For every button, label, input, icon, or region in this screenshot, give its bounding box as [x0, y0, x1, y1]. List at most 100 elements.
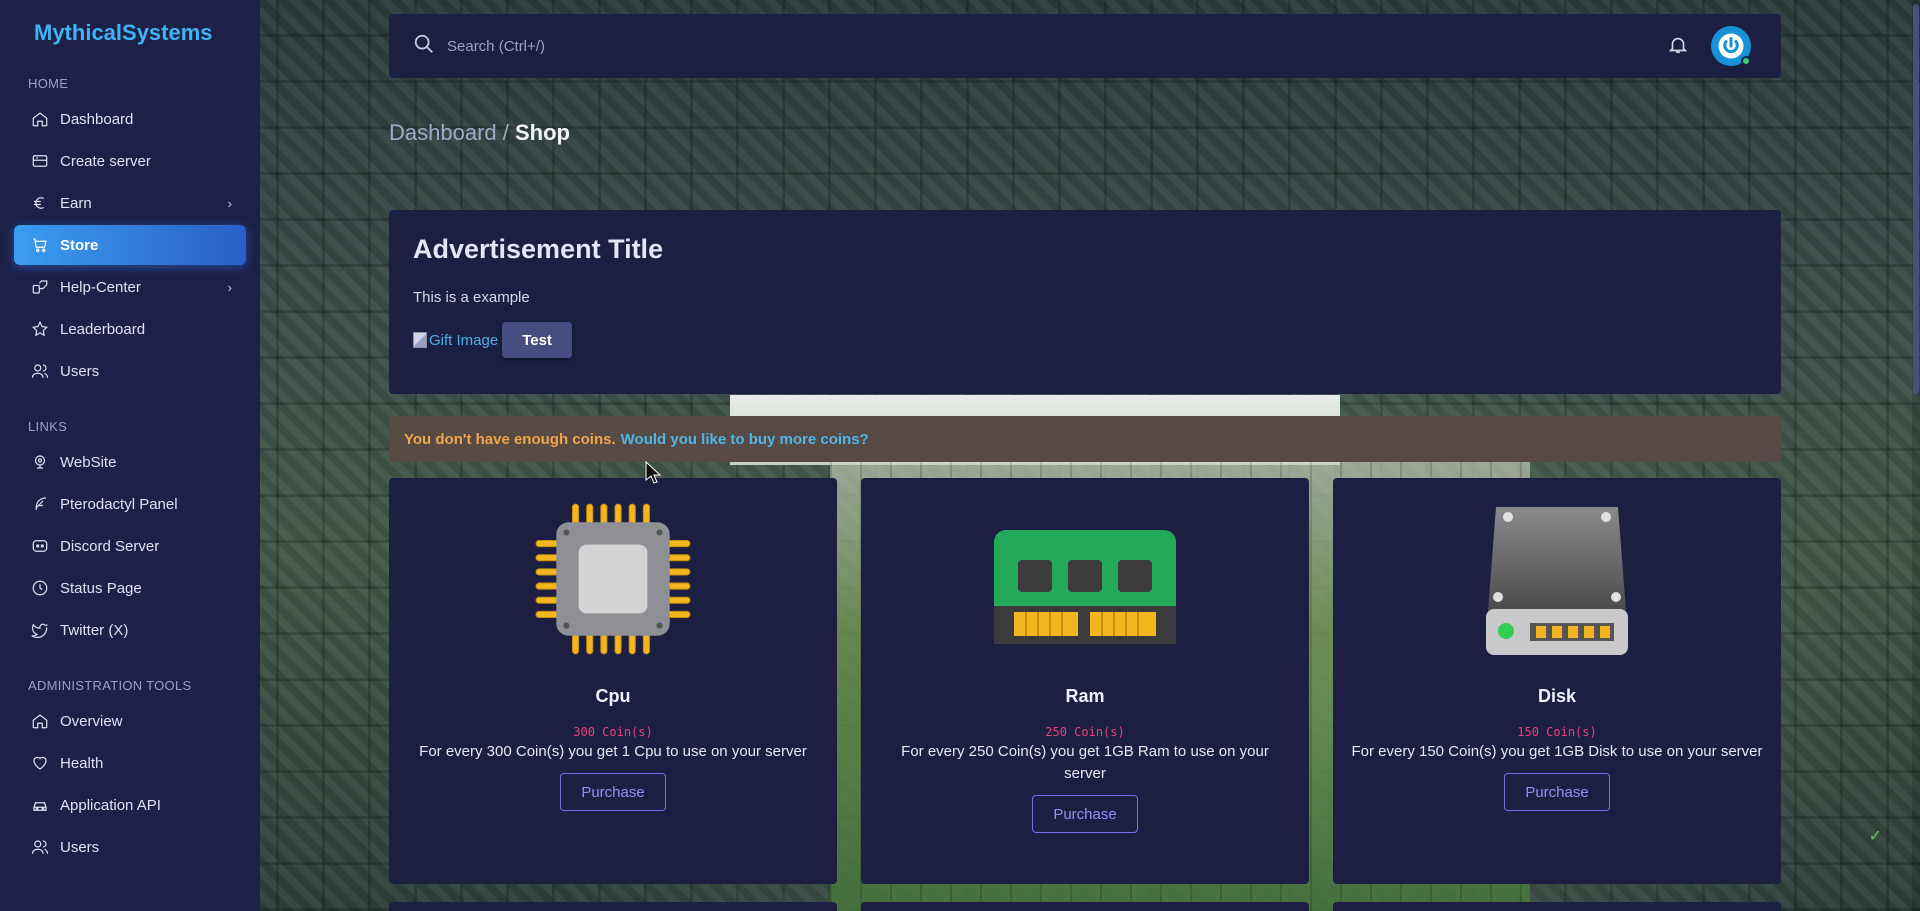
sidebar-item-health[interactable]: Health [14, 743, 246, 783]
purchase-button[interactable]: Purchase [560, 773, 666, 811]
broken-image-icon [413, 332, 427, 348]
check-icon: ✓ [1868, 828, 1882, 845]
users-icon [30, 837, 50, 857]
test-button[interactable]: Test [502, 322, 572, 358]
gift-image[interactable]: Gift Image [413, 332, 498, 349]
advertisement-title: Advertisement Title [413, 234, 664, 264]
gift-image-alt: Gift Image [429, 331, 499, 349]
sidebar-item-status-page[interactable]: Status Page [14, 568, 246, 608]
euro-icon [30, 193, 50, 213]
mouse-cursor-icon [645, 461, 662, 484]
sidebar-item-label: Health [60, 754, 104, 772]
cart-icon [30, 235, 50, 255]
page-title: Shop [514, 120, 570, 145]
sidebar-section-home: HOME [28, 76, 69, 91]
sidebar-item-label: Status Page [60, 579, 142, 597]
sidebar-section-links: LINKS [28, 419, 68, 434]
product-name: Disk [1537, 686, 1577, 706]
product-card-cpu: Cpu 300 Coin(s) For every 300 Coin(s) yo… [389, 478, 837, 884]
buy-coins-link[interactable]: Would you like to buy more coins? [621, 431, 869, 448]
sidebar-item-store[interactable]: Store [14, 225, 246, 265]
sidebar-item-users[interactable]: Users [14, 351, 246, 391]
users-icon [30, 361, 50, 381]
sidebar-item-label: Earn [60, 194, 92, 212]
star-icon [30, 319, 50, 339]
product-name: Cpu [595, 686, 631, 706]
sidebar-item-label: Create server [60, 152, 151, 170]
next-product-card [1333, 902, 1781, 911]
advertisement-card: Advertisement Title This is a example Gi… [389, 210, 1781, 394]
sidebar-item-label: Dashboard [60, 110, 134, 128]
bell-icon[interactable] [1667, 34, 1689, 61]
ram-icon [861, 498, 1309, 660]
feather-icon [30, 494, 50, 514]
product-card-disk: Disk 150 Coin(s) For every 150 Coin(s) y… [1333, 478, 1781, 884]
sidebar-section-admin: ADMINISTRATION TOOLS [28, 678, 192, 693]
sidebar-item-help-center[interactable]: Help-Center › [14, 267, 246, 307]
home-icon [30, 109, 50, 129]
sidebar-item-label: Users [60, 838, 100, 856]
sidebar-item-leaderboard[interactable]: Leaderboard [14, 309, 246, 349]
sidebar-item-dashboard[interactable]: Dashboard [14, 99, 246, 139]
sidebar-item-label: Application API [60, 796, 161, 814]
sidebar-item-admin-users[interactable]: Users [14, 827, 246, 867]
sidebar-item-label: Help-Center [60, 278, 141, 296]
product-description: For every 250 Coin(s) you get 1GB Ram to… [901, 743, 1269, 782]
next-product-card [389, 902, 837, 911]
product-price: 250 Coin(s) [1045, 725, 1125, 739]
sidebar-item-create-server[interactable]: Create server [14, 141, 246, 181]
coins-alert: You don't have enough coins. Would you l… [389, 416, 1781, 462]
cpu-icon [389, 498, 837, 660]
car-icon [30, 795, 50, 815]
breadcrumb-parent[interactable]: Dashboard / [389, 120, 509, 145]
advertisement-text: This is a example [413, 289, 530, 306]
purchase-button[interactable]: Purchase [1504, 773, 1610, 811]
sidebar-item-label: Overview [60, 712, 123, 730]
brand-logo[interactable]: MythicalSystems [0, 18, 260, 48]
sidebar-item-label: WebSite [60, 453, 117, 471]
product-price: 150 Coin(s) [1517, 725, 1597, 739]
disk-icon [1333, 498, 1781, 660]
sidebar-item-label: Store [60, 236, 99, 254]
globe-icon [30, 452, 50, 472]
breadcrumb: Dashboard / Shop [389, 120, 570, 146]
search-icon[interactable] [413, 33, 435, 60]
chevron-right-icon: › [227, 279, 232, 295]
product-grid: Cpu 300 Coin(s) For every 300 Coin(s) yo… [389, 478, 1781, 884]
chevron-right-icon: › [227, 195, 232, 211]
avatar[interactable] [1711, 26, 1751, 66]
next-product-card [861, 902, 1309, 911]
sidebar-item-pterodactyl-panel[interactable]: Pterodactyl Panel [14, 484, 246, 524]
search-input[interactable] [447, 37, 1047, 55]
product-price: 300 Coin(s) [573, 725, 653, 739]
product-description: For every 300 Coin(s) you get 1 Cpu to u… [419, 743, 807, 760]
online-status-dot [1741, 56, 1751, 66]
sidebar-item-overview[interactable]: Overview [14, 701, 246, 741]
alert-text: You don't have enough coins. [404, 430, 616, 448]
product-name: Ram [1065, 686, 1105, 706]
sidebar-item-label: Discord Server [60, 537, 160, 555]
server-icon [30, 151, 50, 171]
sidebar-item-earn[interactable]: Earn › [14, 183, 246, 223]
topbar [389, 14, 1781, 78]
scrollbar-thumb[interactable] [1913, 4, 1919, 394]
home-icon [30, 711, 50, 731]
sidebar-item-label: Leaderboard [60, 320, 146, 338]
sidebar-item-discord-server[interactable]: Discord Server [14, 526, 246, 566]
sidebar-item-label: Users [60, 362, 100, 380]
clock-icon [30, 578, 50, 598]
product-description: For every 150 Coin(s) you get 1GB Disk t… [1351, 743, 1763, 760]
sidebar-item-label: Pterodactyl Panel [60, 495, 178, 513]
sidebar-item-label: Twitter (X) [60, 621, 129, 639]
heart-icon [30, 753, 50, 773]
product-card-ram: Ram 250 Coin(s) For every 250 Coin(s) yo… [861, 478, 1309, 884]
purchase-button[interactable]: Purchase [1032, 795, 1138, 833]
sidebar-item-website[interactable]: WebSite [14, 442, 246, 482]
twitter-icon [30, 620, 50, 640]
sidebar: MythicalSystems HOME Dashboard Create se… [0, 0, 260, 911]
scrollbar[interactable] [1912, 0, 1920, 911]
sidebar-item-twitter[interactable]: Twitter (X) [14, 610, 246, 650]
help-icon [30, 277, 50, 297]
discord-icon [30, 536, 50, 556]
sidebar-item-application-api[interactable]: Application API [14, 785, 246, 825]
